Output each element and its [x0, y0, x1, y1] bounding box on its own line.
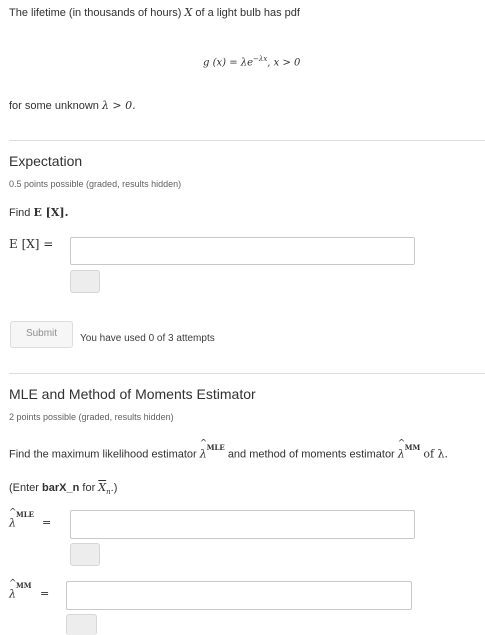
divider [9, 373, 485, 374]
mm-preview-button[interactable] [66, 614, 97, 635]
intro-text: The lifetime (in thousands of hours) [9, 7, 182, 19]
problem-title-mle: MLE and Method of Moments Estimator [9, 386, 256, 402]
mm-label: ^ λMM [9, 579, 32, 601]
lambda-condition: λ > 0. [101, 99, 136, 112]
intro-text-2: for some unknown [9, 100, 99, 112]
expectation-input[interactable] [70, 237, 415, 265]
mle-preview-button[interactable] [70, 543, 100, 566]
enter-hint: (Enter barX_n for Xn.) [9, 481, 118, 497]
formula-condition: , x > 0 [267, 57, 301, 69]
hint-math: Xn [98, 481, 111, 497]
problem-title: Expectation [9, 153, 83, 169]
prompt-c: of λ. [423, 447, 449, 461]
formula-exponent: −λx [253, 55, 268, 63]
mle-input[interactable] [70, 510, 415, 539]
lambda-hat-mm: ^ λMM [397, 439, 421, 461]
mm-input[interactable] [66, 581, 412, 610]
expectation-math: E [X]. [33, 206, 69, 219]
mle-label: ^ λMLE [9, 508, 34, 530]
submit-button[interactable]: Submit [10, 321, 73, 348]
intro-line-2: for some unknown λ > 0. [9, 99, 136, 112]
lambda-hat-mle: ^ λMLE [199, 439, 225, 461]
points-info-mle: 2 points possible (graded, results hidde… [9, 412, 174, 422]
divider [9, 140, 485, 141]
formula-lhs: g (x) = λe [203, 57, 254, 69]
mm-equals: = [40, 587, 50, 600]
points-info: 0.5 points possible (graded, results hid… [9, 179, 182, 189]
hint-bold: barX_n [42, 482, 80, 494]
prompt-prefix: Find [9, 207, 31, 219]
variable-x: X [184, 6, 193, 19]
attempts-info: You have used 0 of 3 attempts [80, 333, 215, 344]
intro-line-1: The lifetime (in thousands of hours) X o… [9, 6, 300, 19]
pdf-formula: g (x) = λe−λx, x > 0 [203, 55, 300, 68]
mle-prompt: Find the maximum likelihood estimator ^ λ… [9, 439, 449, 461]
prompt-b: and method of moments estimator [227, 448, 395, 461]
mle-equals: = [42, 516, 52, 529]
intro-text-end: of a light bulb has pdf [195, 7, 300, 19]
expectation-prompt: Find E [X]. [9, 206, 68, 219]
expectation-preview-button[interactable] [70, 270, 100, 293]
prompt-a: Find the maximum likelihood estimator [9, 448, 197, 461]
expectation-label: E [X] = [9, 237, 54, 251]
